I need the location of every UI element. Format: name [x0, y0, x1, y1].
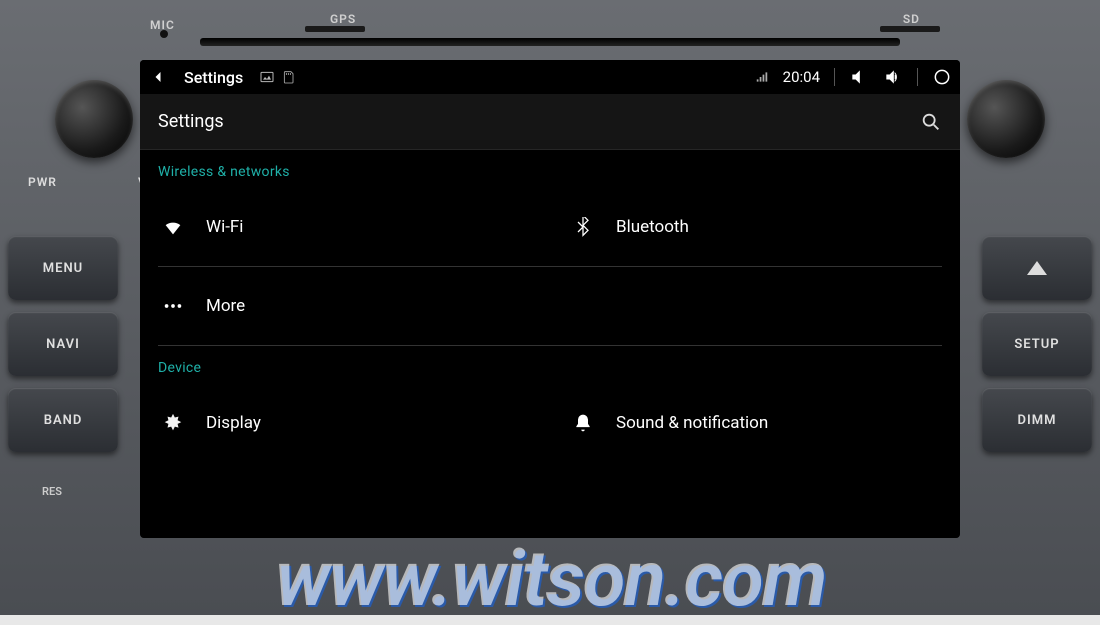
section-wireless: Wireless & networks	[140, 150, 960, 188]
volume-down-icon[interactable]	[849, 67, 869, 87]
volume-knob[interactable]	[55, 80, 133, 158]
watermark: www.witson.com	[275, 534, 826, 625]
settings-item-label: Display	[206, 413, 261, 433]
dimm-button-label: DIMM	[1018, 413, 1057, 428]
settings-item-label: More	[206, 296, 245, 316]
menu-button[interactable]: MENU	[8, 236, 118, 300]
sound-icon	[572, 412, 594, 434]
settings-item-bluetooth[interactable]: Bluetooth	[550, 188, 960, 266]
settings-item-sound[interactable]: Sound & notification	[550, 384, 960, 462]
setup-button-label: SETUP	[1014, 337, 1059, 352]
res-label: RES	[42, 485, 62, 498]
settings-item-label: Sound & notification	[616, 413, 768, 433]
page-title: Settings	[158, 111, 224, 132]
dimm-button[interactable]: DIMM	[982, 388, 1092, 452]
back-icon[interactable]	[148, 67, 168, 87]
section-device: Device	[140, 346, 960, 384]
mic-hole	[160, 30, 168, 38]
wifi-icon	[162, 216, 184, 238]
setup-button[interactable]: SETUP	[982, 312, 1092, 376]
image-icon	[259, 69, 275, 85]
more-icon	[162, 295, 184, 317]
divider	[834, 68, 835, 86]
gps-label: GPS	[330, 12, 356, 26]
empty-cell	[550, 267, 960, 345]
settings-item-display[interactable]: Display	[140, 384, 550, 462]
sd-label: SD	[903, 12, 920, 26]
settings-item-label: Wi-Fi	[206, 217, 243, 237]
home-icon[interactable]	[932, 67, 952, 87]
sdcard-icon	[281, 69, 297, 85]
gps-slot[interactable]	[305, 26, 365, 32]
car-head-unit: MIC GPS SD PWR VOL MENU NAVI BAND SETUP …	[0, 0, 1100, 615]
navi-button[interactable]: NAVI	[8, 312, 118, 376]
volume-up-icon[interactable]	[883, 67, 903, 87]
sd-slot[interactable]	[880, 26, 940, 32]
clock: 20:04	[783, 68, 820, 86]
navi-button-label: NAVI	[46, 337, 80, 352]
settings-item-label: Bluetooth	[616, 217, 689, 237]
pwr-label: PWR	[28, 175, 57, 189]
eject-icon	[1027, 261, 1047, 275]
settings-item-more[interactable]: More	[140, 267, 550, 345]
statusbar-title: Settings	[184, 68, 243, 87]
settings-header: Settings	[140, 94, 960, 150]
bluetooth-icon	[572, 216, 594, 238]
band-button[interactable]: BAND	[8, 388, 118, 452]
band-button-label: BAND	[44, 413, 83, 428]
disc-slot[interactable]	[200, 38, 900, 46]
status-bar: Settings 20:04	[140, 60, 960, 94]
menu-button-label: MENU	[43, 261, 83, 276]
eject-button[interactable]	[982, 236, 1092, 300]
divider	[917, 68, 918, 86]
touchscreen: Settings 20:04 Settings Wir	[140, 60, 960, 538]
signal-icon	[755, 70, 769, 84]
display-icon	[162, 412, 184, 434]
settings-item-wifi[interactable]: Wi-Fi	[140, 188, 550, 266]
tune-knob[interactable]	[967, 80, 1045, 158]
search-icon[interactable]	[920, 111, 942, 133]
